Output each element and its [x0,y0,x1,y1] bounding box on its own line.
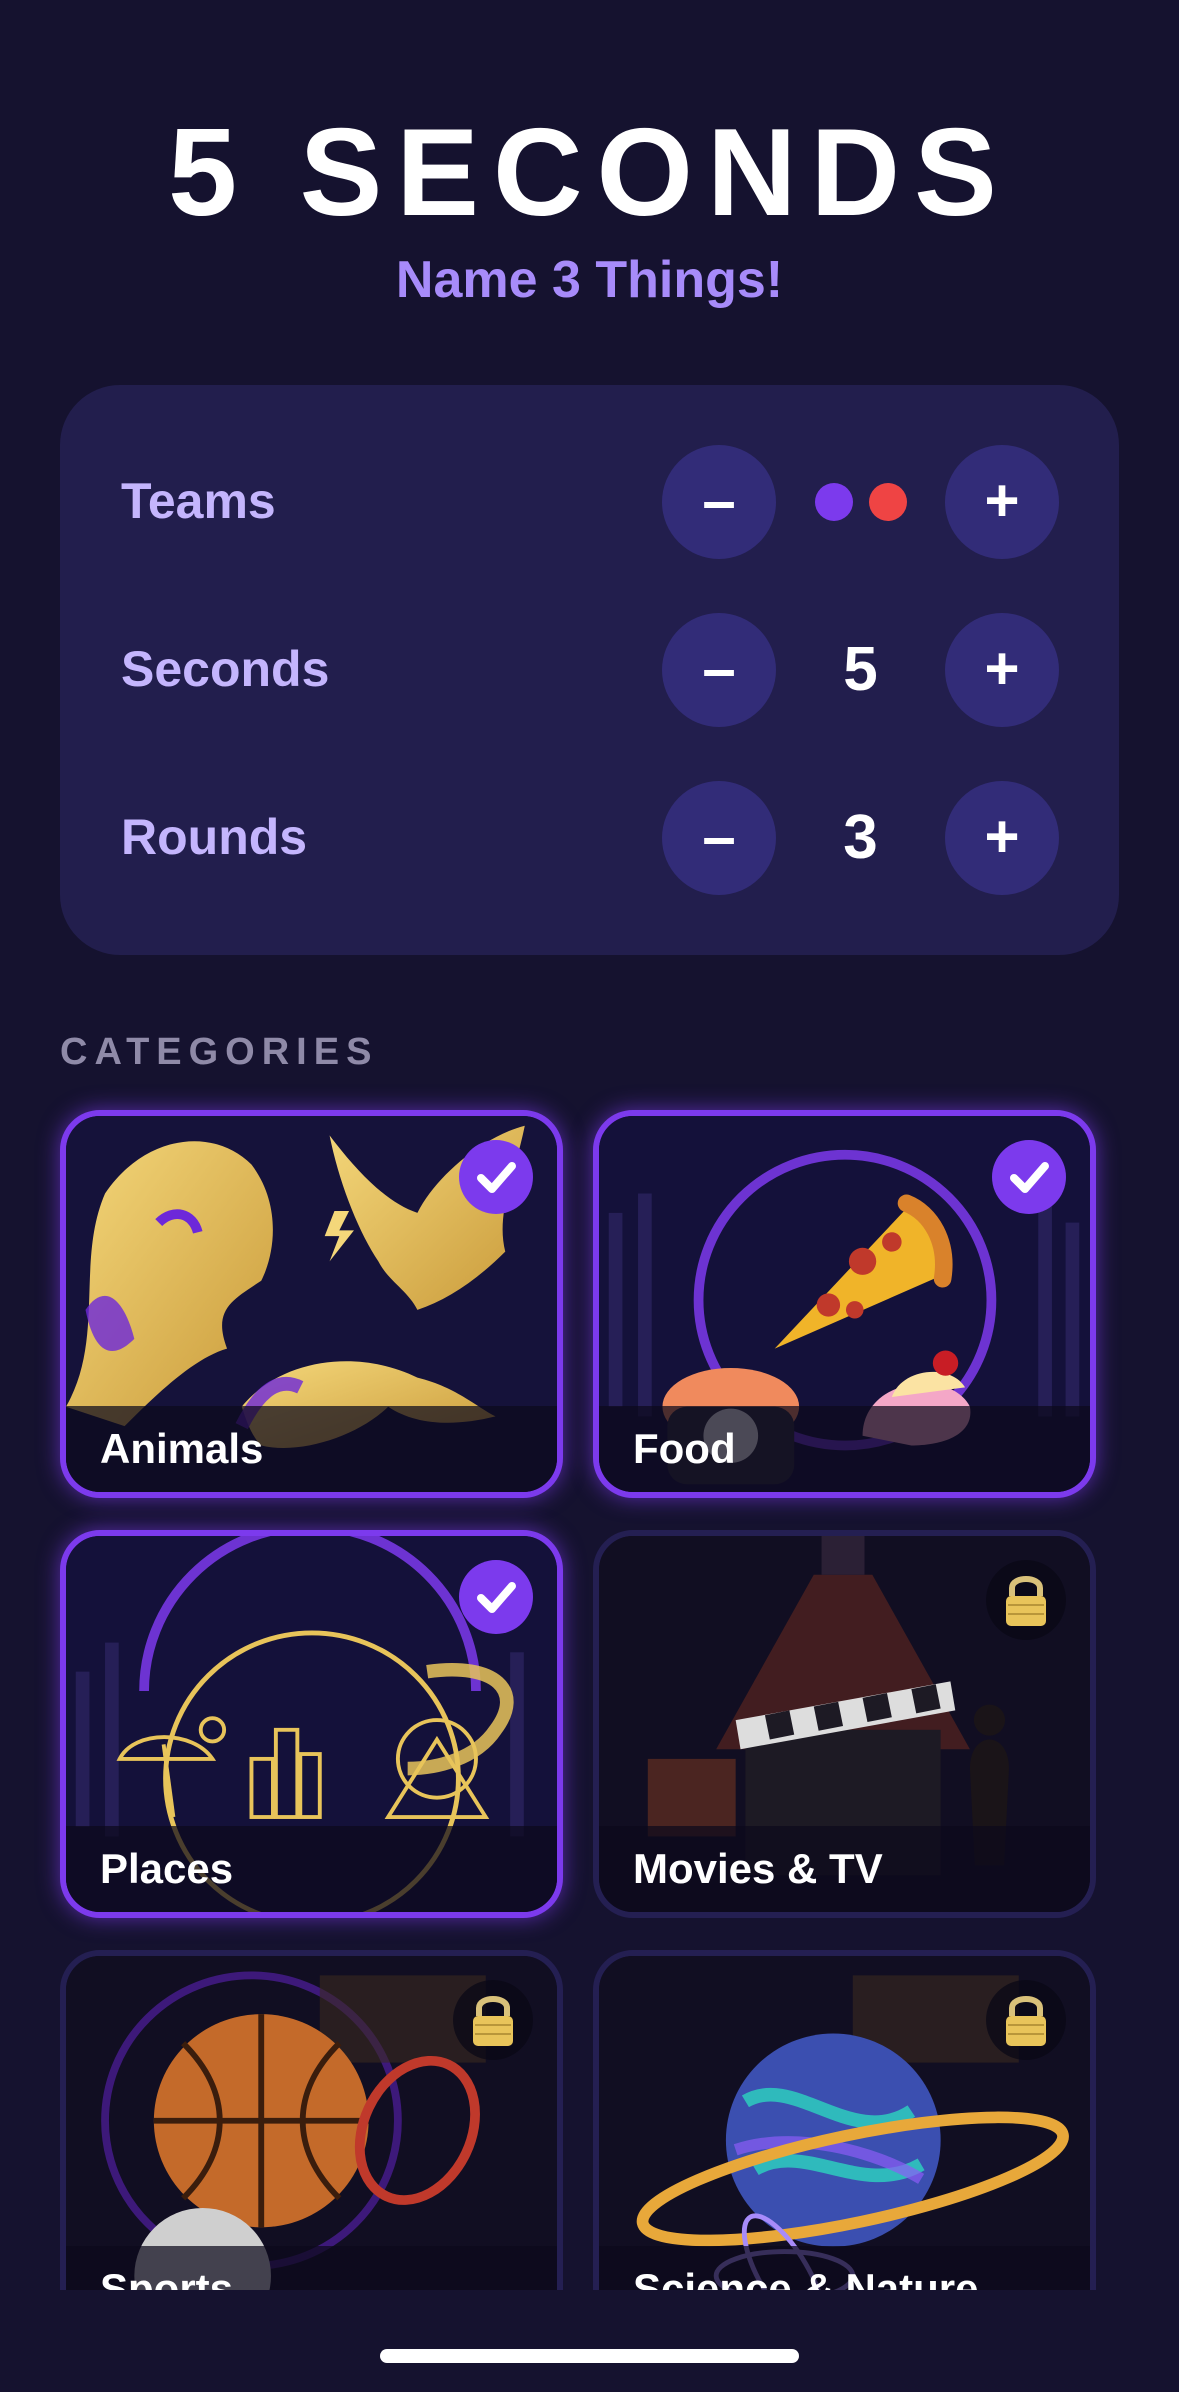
seconds-decrease-button[interactable]: – [662,613,776,727]
seconds-increase-button[interactable]: + [945,613,1059,727]
category-label-movies-tv: Movies & TV [633,1845,883,1892]
category-card-movies-tv[interactable]: Movies & TV [593,1530,1096,1918]
lock-icon [986,1560,1066,1640]
team-color-dots [776,445,945,559]
lock-icon [453,1980,533,2060]
home-indicator[interactable] [380,2349,799,2363]
seconds-value: 5 [843,635,878,704]
category-card-sports[interactable]: Sports [60,1950,563,2338]
category-card-places[interactable]: Places [60,1530,563,1918]
app-title: 5 SECONDS [168,104,1011,242]
teams-decrease-button[interactable]: – [662,445,776,559]
rounds-setting-row: Rounds – 3 + [60,781,1119,895]
seconds-label: Seconds [121,641,330,697]
checkmark-icon [992,1140,1066,1214]
seconds-setting-row: Seconds – 5 + [60,613,1119,727]
rounds-value: 3 [843,803,878,872]
categories-heading: CATEGORIES [60,1031,379,1073]
category-card-food[interactable]: Food [593,1110,1096,1498]
category-card-science-nature[interactable]: Science & Nature [593,1950,1096,2338]
team-dot-purple [815,483,853,521]
category-card-animals[interactable]: Animals [60,1110,563,1498]
category-label-animals: Animals [100,1425,264,1472]
team-dot-red [869,483,907,521]
game-setup-screen: 5 SECONDS Name 3 Things! Teams – + Secon… [0,0,1179,2392]
rounds-label: Rounds [121,809,308,865]
checkmark-icon [459,1140,533,1214]
app-subtitle: Name 3 Things! [395,251,784,309]
checkmark-icon [459,1560,533,1634]
bottom-safe-area [0,2290,1179,2392]
category-label-food: Food [633,1425,736,1472]
lock-icon [986,1980,1066,2060]
rounds-increase-button[interactable]: + [945,781,1059,895]
teams-increase-button[interactable]: + [945,445,1059,559]
teams-setting-row: Teams – + [60,445,1119,559]
category-label-places: Places [100,1845,234,1892]
settings-card: Teams – + Seconds – 5 + Rounds – 3 + [60,385,1119,955]
rounds-decrease-button[interactable]: – [662,781,776,895]
teams-label: Teams [121,473,276,529]
